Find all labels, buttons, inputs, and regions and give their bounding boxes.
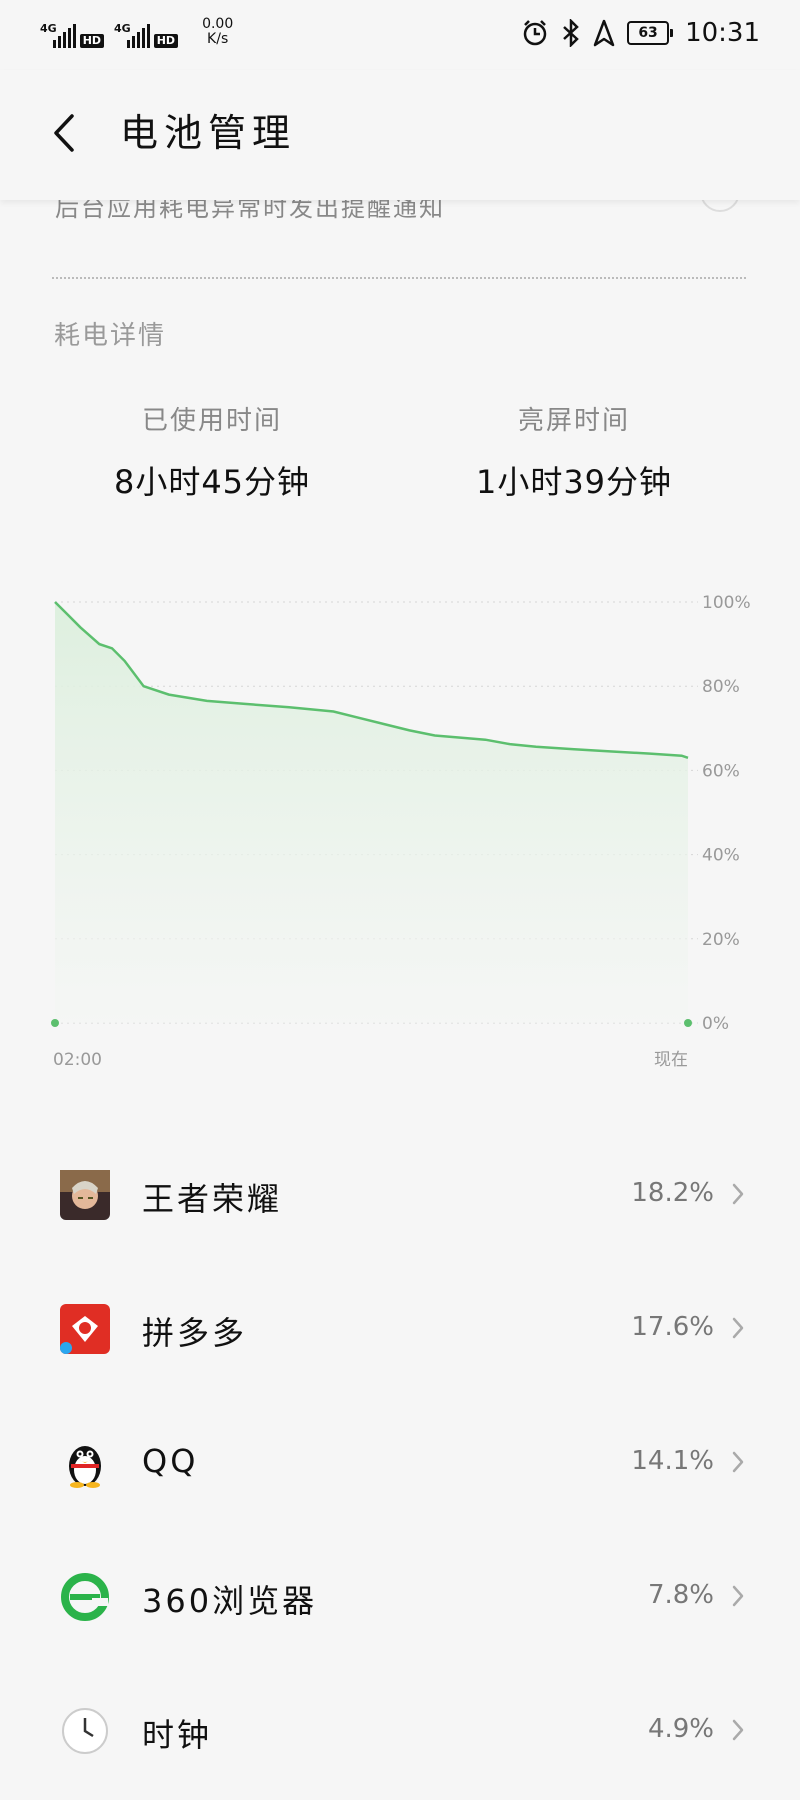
page-title: 电池管理	[120, 111, 297, 155]
y-tick-label: 80%	[702, 677, 740, 697]
y-tick-label: 60%	[702, 761, 740, 781]
signal-1: 4G HD	[40, 16, 105, 48]
app-usage-row[interactable]: 拼多多 17.6%	[0, 1264, 800, 1398]
y-tick-label: 20%	[702, 930, 740, 950]
used-time-label: 已使用时间	[141, 406, 282, 436]
used-time-stat: 已使用时间 8小时45分钟	[62, 400, 362, 503]
y-tick-label: 40%	[702, 846, 740, 866]
back-arrow-icon[interactable]	[46, 108, 86, 158]
battery-indicator: 63	[627, 21, 674, 45]
network-speed-unit: K/s	[207, 31, 229, 47]
signal-2: 4G HD	[114, 16, 179, 48]
chart-start-dot	[51, 1019, 59, 1027]
status-time: 10:31	[685, 18, 760, 48]
app-name: 拼多多	[142, 1314, 248, 1352]
app-name: 王者荣耀	[142, 1180, 283, 1218]
bluetooth-icon	[563, 19, 579, 47]
app-usage-percent: 18.2%	[631, 1178, 714, 1208]
chart-end-dot	[684, 1019, 692, 1027]
clock-icon	[60, 1706, 110, 1756]
pinduoduo-icon	[60, 1304, 110, 1354]
network-type-label: 4G	[40, 22, 57, 35]
y-tick-label: 0%	[702, 1014, 729, 1034]
app-usage-row[interactable]: 王者荣耀 18.2%	[0, 1130, 800, 1264]
hd-badge: HD	[153, 34, 179, 48]
location-arrow-icon	[593, 19, 615, 47]
x-axis-end-label: 现在	[654, 1050, 688, 1070]
app-usage-percent: 14.1%	[631, 1446, 714, 1476]
status-bar-right: 63 10:31	[521, 18, 760, 48]
app-usage-percent: 4.9%	[647, 1714, 714, 1744]
honor-of-kings-icon	[60, 1170, 110, 1220]
chevron-right-icon	[732, 1451, 744, 1473]
app-usage-row[interactable]: 时钟 4.9%	[0, 1666, 800, 1800]
app-header: 电池管理	[0, 70, 800, 200]
chevron-right-icon	[732, 1183, 744, 1205]
chevron-right-icon	[732, 1317, 744, 1339]
screen-on-time-value: 1小时39分钟	[475, 463, 673, 501]
battery-level-chart: 100% 80% 60% 40% 20% 0% 02:00 现在	[0, 580, 800, 1080]
divider	[52, 277, 746, 279]
battery-tip	[670, 29, 674, 37]
section-label-usage-details: 耗电详情	[54, 321, 167, 351]
battery-chart-svg: 100% 80% 60% 40% 20% 0% 02:00 现在	[51, 593, 751, 1070]
app-usage-row[interactable]: QQ 14.1%	[0, 1398, 800, 1532]
chevron-right-icon	[732, 1585, 744, 1607]
battery-area	[55, 602, 688, 1023]
x-axis-start-label: 02:00	[53, 1050, 102, 1070]
status-bar-left: 4G HD 4G HD 0.00 K/s	[40, 16, 233, 48]
battery-level: 63	[627, 21, 670, 45]
app-usage-percent: 7.8%	[647, 1580, 714, 1610]
app-name: 360浏览器	[142, 1582, 318, 1620]
hd-badge: HD	[79, 34, 105, 48]
app-name: QQ	[142, 1442, 199, 1480]
360-browser-icon	[60, 1572, 110, 1622]
screen-on-time-stat: 亮屏时间 1小时39分钟	[424, 400, 724, 503]
network-speed-value: 0.00	[202, 16, 234, 32]
chevron-right-icon	[732, 1719, 744, 1741]
qq-penguin-icon	[60, 1438, 110, 1488]
y-tick-label: 100%	[702, 593, 751, 613]
app-usage-percent: 17.6%	[631, 1312, 714, 1342]
alarm-icon	[523, 20, 547, 46]
app-name: 时钟	[142, 1716, 213, 1754]
screen-on-time-label: 亮屏时间	[517, 406, 630, 436]
app-usage-row[interactable]: 360浏览器 7.8%	[0, 1532, 800, 1666]
status-bar: 4G HD 4G HD 0.00 K/s 63 10:31	[0, 0, 800, 70]
used-time-value: 8小时45分钟	[113, 463, 311, 501]
network-speed: 0.00 K/s	[202, 17, 233, 47]
network-type-label: 4G	[114, 22, 131, 35]
